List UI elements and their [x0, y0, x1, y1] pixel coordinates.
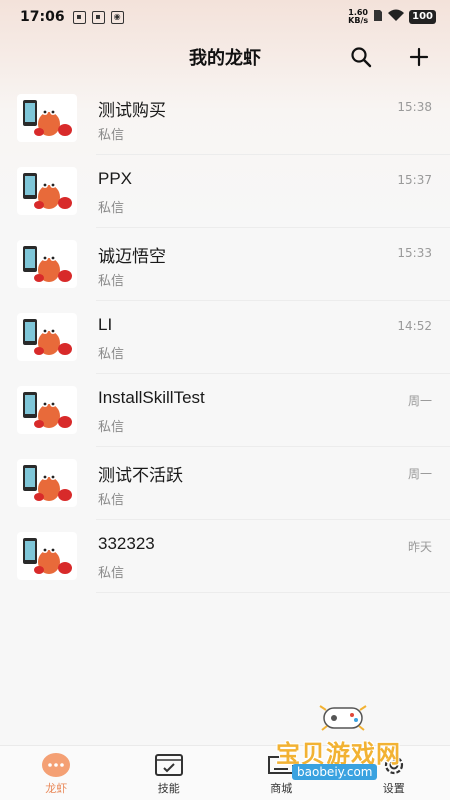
chat-subtitle: 私信	[98, 566, 125, 581]
chat-bubble-icon	[41, 752, 71, 778]
chat-time: 15:38	[397, 100, 432, 114]
search-icon	[351, 47, 372, 68]
avatar	[17, 240, 77, 288]
chat-list: 测试购买 私信 15:38 PPX 私信 15:37 诚迈悟空 私信 15:33…	[0, 82, 450, 593]
chat-time: 14:52	[397, 319, 432, 333]
row-divider	[96, 592, 450, 593]
chat-row[interactable]: 测试购买 私信 15:38	[0, 82, 450, 155]
app-notification-icon: ▪	[91, 10, 105, 24]
chat-row[interactable]: InstallSkillTest 私信 周一	[0, 374, 450, 447]
chat-row[interactable]: 诚迈悟空 私信 15:33	[0, 228, 450, 301]
app-screen: 17:06 ▪ ▪ ◉ 1.60 KB/s 100 我的龙虾 测试购买 私信 1…	[0, 0, 450, 800]
gear-icon	[379, 752, 409, 778]
chat-time: 周一	[407, 467, 432, 481]
notification-icon: ▪	[72, 10, 86, 24]
chat-row[interactable]: 332323 私信 昨天	[0, 520, 450, 593]
battery-indicator: 100	[409, 10, 436, 24]
chat-subtitle: 私信	[98, 201, 125, 216]
nav-label-lobster: 龙虾	[45, 782, 68, 795]
net-speed-unit: KB/s	[348, 16, 369, 25]
camera-notification-icon: ◉	[110, 10, 124, 24]
nav-item-store[interactable]: 商城	[225, 746, 338, 800]
notification-icons: ▪ ▪ ◉	[72, 10, 124, 24]
search-button[interactable]	[348, 44, 374, 70]
net-speed: 1.60 KB/s	[348, 9, 368, 25]
top-header: 我的龙虾	[0, 34, 450, 80]
chat-subtitle: 私信	[98, 274, 125, 289]
nav-label-store: 商城	[270, 782, 293, 795]
chat-subtitle: 私信	[98, 493, 125, 508]
chat-name: 测试不活跃	[98, 466, 183, 485]
status-bar: 17:06 ▪ ▪ ◉ 1.60 KB/s 100	[0, 0, 450, 34]
nav-label-settings: 设置	[382, 782, 405, 795]
chat-subtitle: 私信	[98, 347, 125, 362]
chat-row[interactable]: LI 私信 14:52	[0, 301, 450, 374]
avatar	[17, 532, 77, 580]
avatar	[17, 313, 77, 361]
chat-name: 测试购买	[98, 101, 166, 120]
add-button[interactable]	[406, 44, 432, 70]
nav-item-lobster[interactable]: 龙虾	[0, 746, 113, 800]
bottom-nav: 龙虾 技能 商城 设置	[0, 745, 450, 800]
nav-label-skills: 技能	[157, 782, 180, 795]
avatar	[17, 459, 77, 507]
gamepad-icon	[319, 705, 367, 731]
chat-row[interactable]: PPX 私信 15:37	[0, 155, 450, 228]
nav-item-skills[interactable]: 技能	[113, 746, 226, 800]
chat-name: 诚迈悟空	[98, 247, 166, 266]
avatar	[17, 386, 77, 434]
store-icon	[266, 752, 296, 778]
nav-item-settings[interactable]: 设置	[338, 746, 450, 800]
status-time: 17:06	[20, 9, 65, 25]
chat-name: PPX	[98, 169, 133, 188]
avatar	[17, 94, 77, 142]
skill-board-icon	[154, 752, 184, 778]
avatar	[17, 167, 77, 215]
chat-time: 周一	[407, 394, 432, 408]
sim-icon	[373, 9, 383, 26]
chat-name: LI	[98, 315, 113, 334]
chat-time: 昨天	[407, 540, 432, 554]
chat-name: 332323	[98, 534, 155, 553]
chat-time: 15:33	[397, 246, 432, 260]
chat-subtitle: 私信	[98, 420, 125, 435]
chat-subtitle: 私信	[98, 128, 125, 143]
chat-row[interactable]: 测试不活跃 私信 周一	[0, 447, 450, 520]
plus-icon	[409, 47, 429, 67]
page-title: 我的龙虾	[189, 48, 261, 69]
wifi-icon	[388, 9, 405, 26]
chat-time: 15:37	[397, 173, 432, 187]
status-right: 1.60 KB/s 100	[348, 9, 436, 26]
chat-name: InstallSkillTest	[98, 388, 205, 407]
